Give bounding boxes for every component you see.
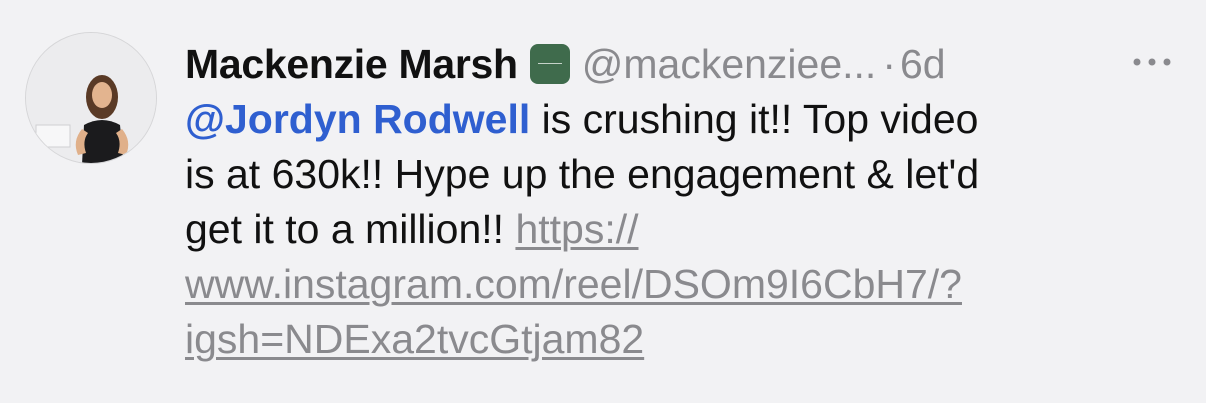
post-text-line3: get it to a million!! — [185, 206, 516, 252]
link-part1: https:// — [515, 206, 639, 252]
link-part2: www.instagram.com/reel/DSOm9I6CbH7/? — [185, 261, 962, 307]
post-text-line1: is crushing it!! Top video — [530, 96, 979, 142]
mention-link[interactable]: @Jordyn Rodwell — [185, 96, 530, 142]
user-handle[interactable]: @mackenziee... — [582, 41, 877, 88]
separator-dot: · — [882, 40, 896, 87]
display-name[interactable]: Mackenzie Marsh — [185, 41, 518, 88]
more-options-icon[interactable] — [1130, 40, 1174, 84]
avatar-photo — [26, 33, 156, 163]
link-part3: igsh=NDExa2tvcGtjam82 — [185, 316, 645, 362]
post-header: Mackenzie Marsh @mackenziee... · 6d — [185, 36, 1175, 92]
social-post: Mackenzie Marsh @mackenziee... · 6d @Jor… — [0, 0, 1206, 403]
verified-badge-icon — [529, 44, 570, 84]
post-content: Mackenzie Marsh @mackenziee... · 6d @Jor… — [185, 36, 1175, 367]
post-body: @Jordyn Rodwell is crushing it!! Top vid… — [185, 92, 1175, 367]
post-time[interactable]: 6d — [900, 41, 946, 88]
post-text-line2: is at 630k!! Hype up the engagement & le… — [185, 151, 980, 197]
avatar[interactable] — [25, 32, 157, 164]
